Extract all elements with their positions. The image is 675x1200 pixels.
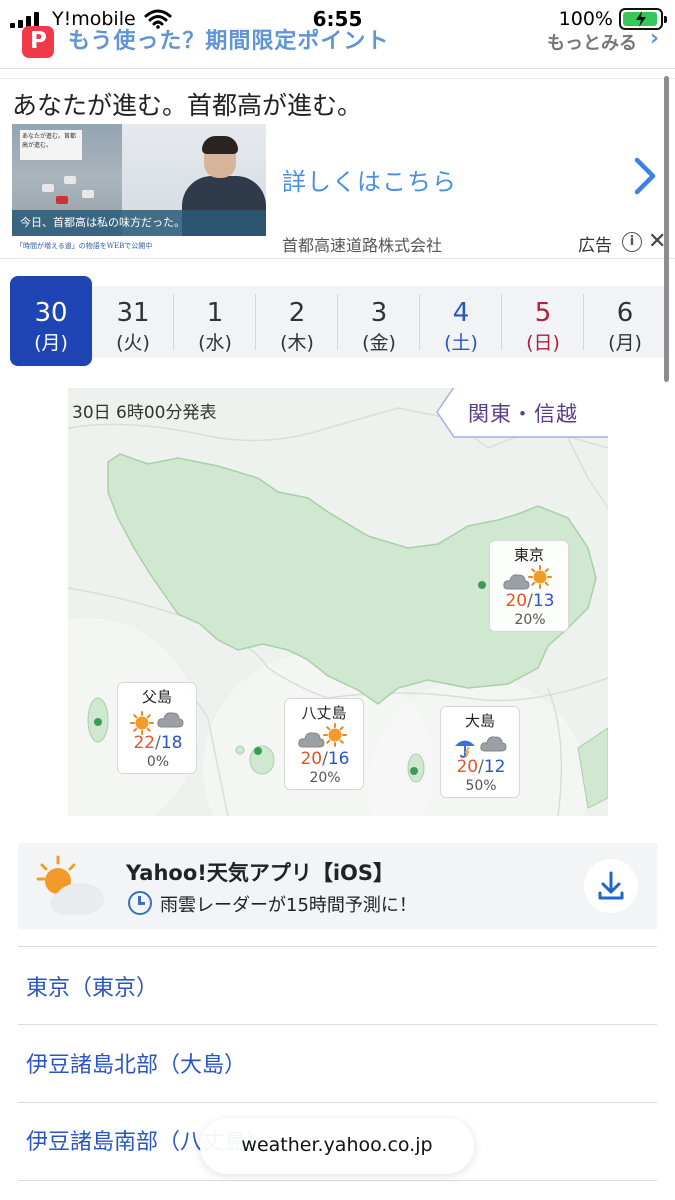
date-tabs: 30 (月) 31 (火) 1 (水) 2 (木) 3 (金) 4 (土) 5 (日) 6 (月) bbox=[10, 276, 666, 366]
list-item-tokyo[interactable]: 東京（東京） bbox=[26, 970, 158, 1002]
region-select-button[interactable]: 関東・信越 bbox=[436, 388, 608, 438]
location-name: 父島 bbox=[141, 688, 172, 706]
low-temp: 13 bbox=[532, 591, 555, 611]
clock-icon bbox=[128, 891, 152, 915]
cloud-icon bbox=[479, 731, 507, 759]
list-item-izu-north[interactable]: 伊豆諸島北部（大島） bbox=[26, 1047, 246, 1079]
ad-image[interactable]: あなたが進む。首都高が進む。 今日、首都高は私の味方だった。 「時間が増える道」… bbox=[12, 124, 266, 256]
download-button[interactable] bbox=[584, 859, 638, 913]
high-temp: 20 bbox=[300, 749, 323, 769]
divider bbox=[0, 68, 675, 69]
paypay-logo-icon: P bbox=[22, 26, 54, 58]
weather-card[interactable]: 東京 20/13 20% bbox=[489, 540, 569, 632]
sun-icon bbox=[323, 723, 347, 751]
date-tab-weekday: (火) bbox=[116, 332, 150, 354]
date-tab-day: 3 bbox=[370, 298, 388, 328]
weather-card[interactable]: 大島 20/12 50% bbox=[440, 706, 520, 798]
date-tab[interactable]: 2 (木) bbox=[256, 286, 338, 358]
location-name: 東京 bbox=[513, 546, 544, 564]
date-tab-weekday: (月) bbox=[34, 332, 68, 354]
divider bbox=[18, 1102, 657, 1103]
location-name: 八丈島 bbox=[301, 704, 347, 722]
chevron-right-icon[interactable]: › bbox=[650, 26, 659, 51]
date-tab-day: 5 bbox=[534, 298, 552, 328]
points-banner-label[interactable]: もう使った？期間限定ポイント bbox=[68, 23, 389, 55]
precip-chance: 20% bbox=[514, 612, 546, 628]
high-temp: 20 bbox=[505, 591, 528, 611]
sun-icon bbox=[528, 565, 552, 593]
cloud-icon bbox=[156, 707, 184, 735]
points-more-link[interactable]: もっとみる bbox=[547, 29, 637, 55]
date-tab-day: 6 bbox=[616, 298, 634, 328]
app-promo-banner[interactable]: Yahoo!天気アプリ【iOS】 雨雲レーダーが15時間予測に！ bbox=[18, 843, 657, 929]
high-temp: 22 bbox=[133, 733, 156, 753]
divider bbox=[0, 78, 675, 79]
date-tab-weekday: (金) bbox=[362, 332, 396, 354]
date-tab-weekday: (木) bbox=[280, 332, 314, 354]
ad-label: 広告 bbox=[578, 236, 612, 256]
date-tab[interactable]: 5 (日) bbox=[502, 286, 584, 358]
date-tab-day: 2 bbox=[288, 298, 306, 328]
app-promo-title[interactable]: Yahoo!天気アプリ【iOS】 bbox=[126, 857, 394, 887]
date-tab-weekday: (土) bbox=[444, 332, 478, 354]
divider bbox=[18, 1180, 657, 1181]
ad-advertiser: 首都高速道路株式会社 bbox=[282, 236, 443, 255]
date-tab-day: 31 bbox=[116, 298, 150, 328]
precip-chance: 0% bbox=[146, 754, 170, 770]
divider bbox=[18, 946, 657, 947]
url-bar[interactable]: weather.yahoo.co.jp bbox=[200, 1118, 474, 1174]
chevron-right-icon[interactable] bbox=[632, 156, 658, 196]
date-tab-day: 1 bbox=[206, 298, 224, 328]
low-temp: 12 bbox=[483, 757, 506, 777]
weather-card[interactable]: 八丈島 20/16 20% bbox=[284, 698, 364, 790]
date-tab-weekday: (日) bbox=[526, 332, 560, 354]
date-tab[interactable]: 6 (月) bbox=[584, 286, 666, 358]
ad-headline[interactable]: あなたが進む。首都高が進む。 bbox=[12, 86, 362, 122]
date-tab-weekday: (水) bbox=[198, 332, 232, 354]
date-tab[interactable]: 31 (火) bbox=[92, 286, 174, 358]
divider bbox=[0, 258, 675, 259]
high-temp: 20 bbox=[456, 757, 479, 777]
forecast-issued-time: 30日 6時00分発表 bbox=[72, 403, 217, 423]
date-tab[interactable]: 1 (水) bbox=[174, 286, 256, 358]
location-name: 大島 bbox=[464, 712, 495, 730]
download-icon[interactable] bbox=[584, 859, 638, 913]
date-tab-day: 30 bbox=[34, 298, 68, 328]
precip-chance: 50% bbox=[465, 778, 497, 794]
date-tab-day: 4 bbox=[452, 298, 470, 328]
weather-card[interactable]: 父島 22/18 0% bbox=[117, 682, 197, 774]
ad-cta-link[interactable]: 詳しくはこちら bbox=[282, 162, 457, 197]
low-temp: 18 bbox=[160, 733, 183, 753]
divider bbox=[18, 1024, 657, 1025]
date-tab[interactable]: 3 (金) bbox=[338, 286, 420, 358]
info-icon[interactable]: i bbox=[622, 232, 642, 252]
low-temp: 16 bbox=[327, 749, 350, 769]
precip-chance: 20% bbox=[309, 770, 341, 786]
weather-map[interactable]: 30日 6時00分発表 関東・信越 東京 20/13 20% 父島 22/18 0% 八丈島… bbox=[68, 388, 608, 816]
date-tab[interactable]: 30 (月) bbox=[10, 276, 92, 366]
date-tab[interactable]: 4 (土) bbox=[420, 286, 502, 358]
app-promo-subtitle: 雨雲レーダーが15時間予測に！ bbox=[160, 895, 417, 916]
url-domain[interactable]: weather.yahoo.co.jp bbox=[200, 1134, 474, 1156]
weather-app-icon bbox=[36, 855, 104, 915]
date-tab-weekday: (月) bbox=[608, 332, 642, 354]
points-banner[interactable]: P もう使った？期間限定ポイント もっとみる › bbox=[0, 18, 675, 66]
